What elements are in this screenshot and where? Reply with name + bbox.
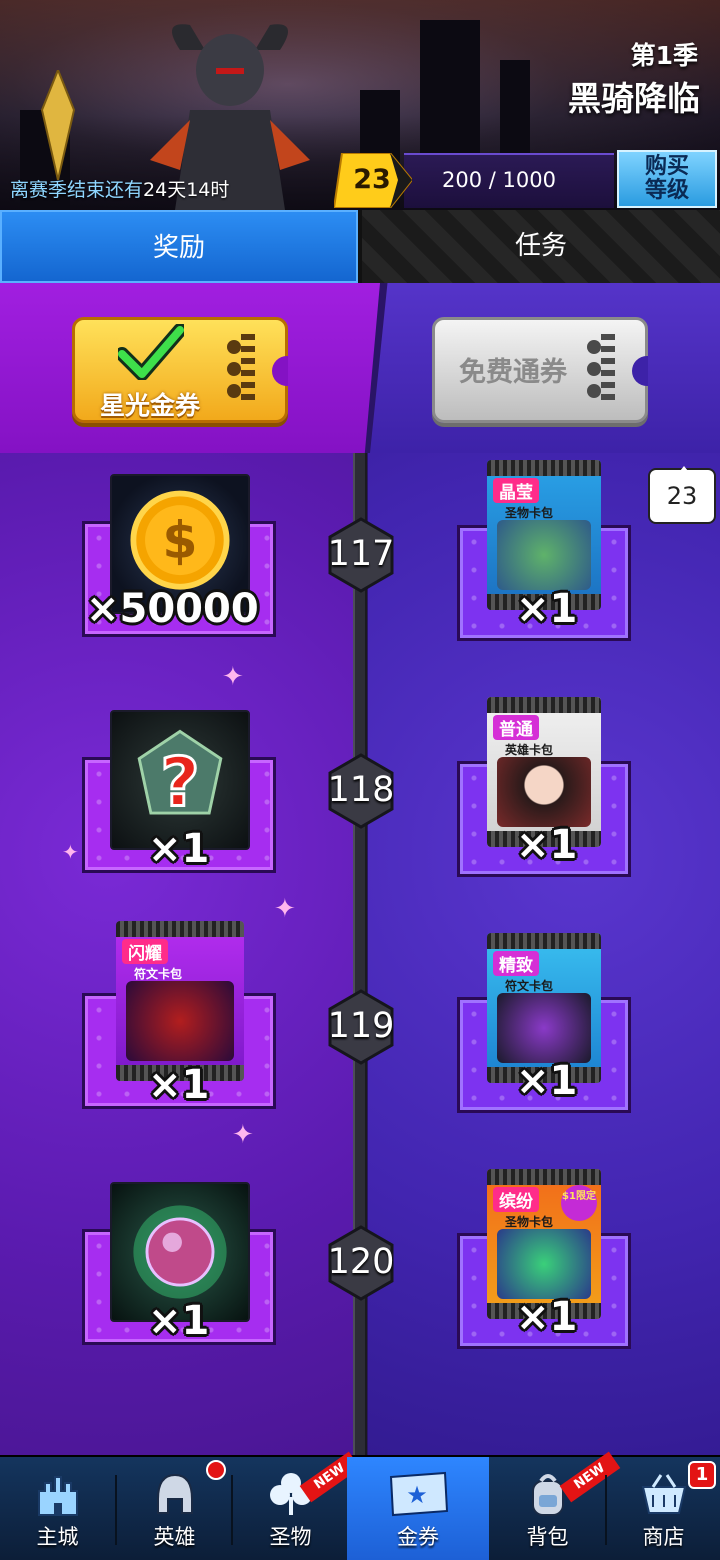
- nav-label: 背包: [526, 1525, 569, 1549]
- sparkle-icon: ✦: [62, 840, 79, 864]
- sparkle-icon: ✦: [232, 1120, 254, 1150]
- tab-quests[interactable]: 任务: [362, 210, 720, 283]
- level-marker-number: 118: [327, 770, 395, 810]
- bottom-navigation: 主城 英雄 圣物 NEW ★ 金券 背包 NEW 商店 1: [0, 1451, 720, 1560]
- buy-level-label: 购买: [644, 154, 689, 179]
- level-marker-number: 120: [327, 1242, 395, 1282]
- reward-quantity: ×1: [516, 1294, 578, 1340]
- season-number: 第1季: [630, 41, 698, 70]
- tab-bar: 奖励 任务: [0, 210, 720, 283]
- pack-subtitle: 符文卡包: [505, 979, 554, 993]
- ticket-icon: ★: [389, 1471, 449, 1517]
- buy-level-label: 等级: [644, 178, 689, 203]
- ticket-hole: [227, 362, 241, 376]
- nav-label: 圣物: [269, 1525, 312, 1549]
- ticket-hole: [227, 340, 241, 354]
- pack-seal: [487, 1169, 601, 1185]
- rune-art: [126, 981, 234, 1061]
- castle-icon: [38, 1476, 78, 1516]
- reward-quantity: ×1: [516, 586, 578, 632]
- reward-quantity: ×1: [148, 1298, 210, 1344]
- reward-quantity: ×1: [516, 822, 578, 868]
- nav-label: 英雄: [153, 1525, 196, 1549]
- notification-dot: [206, 1460, 226, 1480]
- ticket-hole: [227, 384, 241, 398]
- season-countdown: 离赛季结束还有24天14时: [10, 175, 229, 202]
- sparkle-icon: ✦: [274, 894, 296, 924]
- hero-portrait: [497, 757, 591, 827]
- reward-quantity: ×50000: [86, 586, 259, 632]
- nav-pass[interactable]: ★ 金券: [347, 1457, 489, 1560]
- limited-badge: $1限定: [561, 1185, 597, 1221]
- ticket-notch: [272, 356, 288, 386]
- buy-level-button[interactable]: 购买 等级: [617, 150, 717, 208]
- svg-text:$: $: [162, 511, 197, 570]
- svg-text:★: ★: [406, 1481, 428, 1509]
- pack-subtitle: 符文卡包: [134, 967, 183, 981]
- pack-subtitle: 英雄卡包: [505, 743, 554, 757]
- nav-main-city[interactable]: 主城: [0, 1457, 115, 1560]
- nav-label: 商店: [642, 1525, 685, 1549]
- ticket-stub: [241, 334, 255, 406]
- nav-label: 主城: [36, 1525, 79, 1549]
- countdown-label: 离赛季结束还有: [10, 179, 144, 201]
- level-marker-number: 117: [327, 534, 395, 574]
- pack-art: [497, 520, 591, 590]
- ticket-stub: [601, 334, 615, 406]
- check-icon: [118, 324, 184, 380]
- pack-seal: [116, 921, 244, 937]
- card-pack-reward: 闪耀 符文卡包: [116, 921, 244, 1081]
- pack-title: 缤纷: [493, 1187, 539, 1212]
- level-track: [353, 453, 367, 1455]
- helmet-icon: [157, 1473, 193, 1514]
- reward-quantity: ×1: [148, 826, 210, 872]
- rune-art: [497, 993, 591, 1063]
- xp-progress-text: 200 / 1000: [442, 168, 556, 192]
- svg-text:?: ?: [160, 743, 199, 822]
- pack-subtitle: 圣物卡包: [505, 506, 554, 520]
- pack-seal: [487, 697, 601, 713]
- pack-title: 精致: [493, 951, 539, 976]
- ticket-hole: [587, 340, 601, 354]
- reward-quantity: ×1: [516, 1058, 578, 1104]
- pack-subtitle: 圣物卡包: [505, 1215, 554, 1229]
- pack-seal: [487, 933, 601, 949]
- pack-art: [497, 1229, 591, 1299]
- pack-title: 普通: [493, 715, 539, 740]
- sword-icon: [40, 70, 76, 180]
- ticket-hole: [587, 362, 601, 376]
- countdown-value: 24天14时: [143, 179, 230, 201]
- free-pass-label: 免费通券: [459, 357, 567, 388]
- sparkle-icon: ✦: [222, 662, 244, 692]
- current-level: 23: [353, 164, 391, 195]
- current-level-bubble: 23: [648, 466, 716, 524]
- basket-icon: [641, 1474, 687, 1514]
- reward-quantity: ×1: [148, 1062, 210, 1108]
- ticket-notch: [632, 356, 648, 386]
- shop-count-badge: 1: [688, 1461, 716, 1489]
- pack-title: 晶莹: [493, 478, 539, 503]
- ticket-hole: [587, 384, 601, 398]
- pack-title: 闪耀: [122, 939, 168, 964]
- level-marker-number: 119: [327, 1006, 395, 1046]
- tab-rewards[interactable]: 奖励: [0, 210, 358, 283]
- season-title: 黑骑降临: [568, 79, 700, 118]
- gold-pass-label: 星光金券: [99, 391, 200, 420]
- pack-seal: [487, 460, 601, 476]
- nav-label: 金券: [397, 1525, 439, 1549]
